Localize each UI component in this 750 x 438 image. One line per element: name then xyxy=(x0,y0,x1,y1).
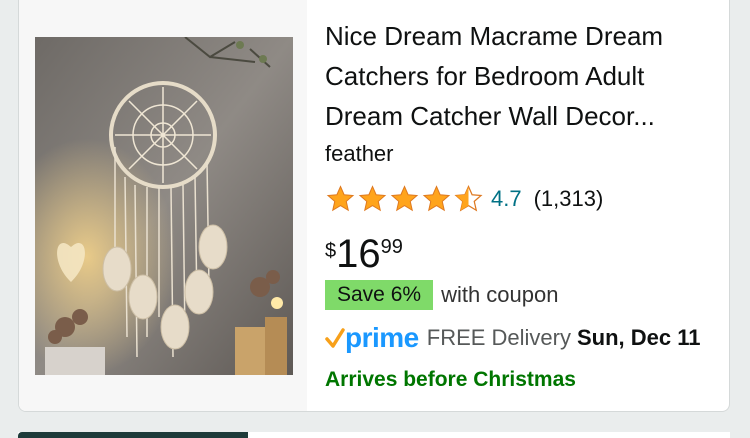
arrives-before-christmas: Arrives before Christmas xyxy=(325,368,576,391)
product-title[interactable]: Nice Dream Macrame Dream Catchers for Be… xyxy=(325,16,715,136)
product-card[interactable]: Nice Dream Macrame Dream Catchers for Be… xyxy=(18,0,730,412)
coupon-text: with coupon xyxy=(441,282,559,307)
product-image[interactable] xyxy=(35,37,293,375)
next-card-banner xyxy=(18,432,248,438)
coupon-row: Save 6% with coupon xyxy=(325,280,558,310)
product-brand: feather xyxy=(325,141,394,166)
prime-check-icon xyxy=(325,328,345,348)
delivery-row: prime FREE Delivery Sun, Dec 11 xyxy=(325,322,701,354)
rating-value[interactable]: 4.7 xyxy=(491,186,522,212)
price-symbol: $ xyxy=(325,240,337,262)
star-icon xyxy=(390,185,419,212)
coupon-badge: Save 6% xyxy=(325,280,434,310)
prime-logo: prime xyxy=(325,322,419,354)
rating-count[interactable]: (1,313) xyxy=(534,186,604,212)
delivery-date: Sun, Dec 11 xyxy=(577,325,701,350)
product-info: Nice Dream Macrame Dream Catchers for Be… xyxy=(325,0,729,411)
price: $ 16 99 xyxy=(325,232,403,276)
rating-row[interactable]: 4.7 (1,313) xyxy=(325,182,603,216)
prime-label: prime xyxy=(345,322,419,353)
price-whole: 16 xyxy=(336,232,381,276)
rating-stars[interactable] xyxy=(325,184,485,214)
delivery-text: FREE Delivery xyxy=(426,325,571,350)
star-half-icon xyxy=(454,184,483,212)
star-icon xyxy=(422,185,451,212)
product-image-panel[interactable] xyxy=(19,0,307,411)
star-icon xyxy=(326,185,355,212)
price-fraction: 99 xyxy=(380,236,403,258)
star-icon xyxy=(358,185,387,212)
